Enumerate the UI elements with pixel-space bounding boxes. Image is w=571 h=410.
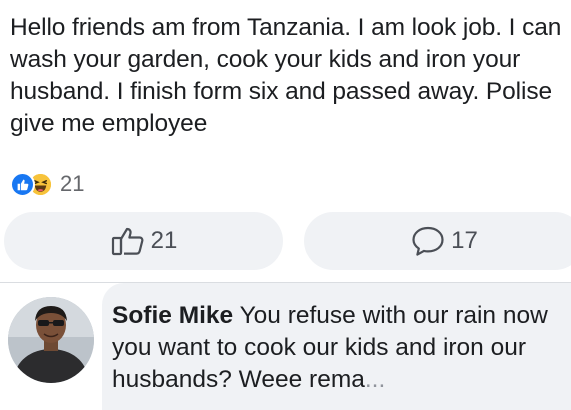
like-count: 21 [150,227,178,254]
post-text: Hello friends am from Tanzania. I am loo… [10,14,562,137]
comment-bubble: Sofie Mike You refuse with our rain now … [102,283,571,410]
comment-button[interactable]: 17 [304,212,571,270]
comment-author[interactable]: Sofie Mike [112,302,233,329]
comment-count: 17 [451,227,478,254]
thumbs-up-icon [111,227,144,256]
comment-icon [412,226,444,256]
reactions-summary[interactable]: 21 [10,170,84,198]
like-button[interactable]: 21 [4,212,283,270]
avatar[interactable] [8,297,94,383]
like-icon [10,171,35,197]
comment: Sofie Mike You refuse with our rain now … [0,283,571,410]
reaction-count: 21 [60,171,85,196]
see-more-link[interactable]: ... [365,366,385,393]
comment-text: Sofie Mike You refuse with our rain now … [112,300,567,396]
